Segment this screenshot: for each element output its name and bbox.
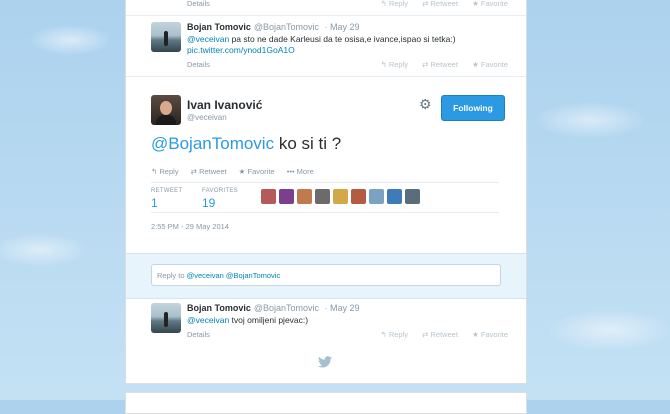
details-link[interactable]: Details [187,60,210,69]
favoriter-avatar[interactable] [369,189,384,204]
reply-prefix: Reply to [157,271,187,280]
retweet-label: Retweet [199,167,227,176]
tweet-time[interactable]: · May 29 [325,303,360,313]
tweet-actions: ↰ Reply ⇄ Retweet ★ Favorite [368,330,508,339]
tweet-body: tvoj omiljeni pjevac:) [231,315,309,325]
favoriter-avatar[interactable] [279,189,294,204]
favoriter-avatar[interactable] [261,189,276,204]
divider [126,15,526,16]
tweet-body: pa sto ne dade Karleusi da te osisa,e iv… [231,34,456,44]
retweet-action[interactable]: ⇄ Retweet [422,0,458,8]
star-icon: ★ [238,167,246,176]
mention-link[interactable]: @BojanTomovic [151,134,274,153]
favoriter-avatar[interactable] [387,189,402,204]
favoriter-avatar[interactable] [405,189,420,204]
tweet-detail-panel: Details ↰ Reply ⇄ Retweet ★ Favorite Boj… [125,0,527,384]
user-name[interactable]: Bojan Tomovic [187,22,251,32]
tweet-text: @veceivan pa sto ne dade Karleusi da te … [187,34,507,56]
avatar[interactable] [151,303,181,333]
user-handle[interactable]: @veceivan [187,113,227,122]
tweet-actions: ↰ Reply ⇄ Retweet ★ Favorite [368,60,508,69]
user-handle[interactable]: @BojanTomovic [254,303,319,313]
favoriter-avatar[interactable] [297,189,312,204]
reply-icon: ↰ [151,167,158,176]
tweet-body: ko si ti ? [278,134,342,153]
favorite-action[interactable]: ★ Favorite [472,60,508,69]
reply-action[interactable]: ↰ Reply [151,167,179,176]
more-label: More [296,167,314,176]
reply-label: Reply [159,167,179,176]
stat-label: RETWEET [151,188,183,194]
avatar[interactable] [151,95,181,125]
user-name[interactable]: Bojan Tomovic [187,303,251,313]
tweet-header: Bojan Tomovic @BojanTomovic · May 29 [187,303,360,313]
reply-action[interactable]: ↰ Reply [380,330,408,339]
gear-icon[interactable]: ⚙ [419,97,433,111]
following-button[interactable]: Following [441,95,505,121]
favorite-action[interactable]: ★ Favorite [472,330,508,339]
main-tweet-text: @BojanTomovic ko si ti ? [151,134,341,154]
tweet-timestamp: 2:55 PM - 29 May 2014 [151,222,229,231]
reply-action[interactable]: ↰ Reply [380,0,408,8]
retweet-icon: ⇄ [190,167,197,176]
mention-link[interactable]: @veceivan [187,34,229,44]
favorite-action[interactable]: ★ Favorite [239,167,275,176]
user-name[interactable]: Ivan Ivanović [187,98,262,112]
reply-mention: @BojanTomovic [225,271,281,280]
more-icon: ••• [286,167,295,176]
user-handle[interactable]: @BojanTomovic [254,22,319,32]
reply-input[interactable]: Reply to @veceivan @BojanTomovic [151,264,501,286]
details-link[interactable]: Details [187,0,210,8]
mention-link[interactable]: @veceivan [187,315,229,325]
retweet-action[interactable]: ⇄ Retweet [191,167,227,176]
tweet-header: Bojan Tomovic @BojanTomovic · May 29 [187,22,360,32]
stat-label: FAVORITES [202,188,238,194]
favorites-stat[interactable]: FAVORITES 19 [202,188,238,210]
favoriter-avatar[interactable] [351,189,366,204]
twitter-bird-icon [318,355,332,371]
favorite-label: Favorite [247,167,275,176]
divider [151,212,499,213]
more-action[interactable]: ••• More [287,167,314,176]
divider [126,76,526,77]
tweet-actions: ↰ Reply ⇄ Retweet ★ Favorite [368,0,508,8]
retweet-stat[interactable]: RETWEET 1 [151,188,182,210]
tweet-time[interactable]: · May 29 [325,22,360,32]
favoriter-avatar[interactable] [315,189,330,204]
retweet-count[interactable]: 1 [151,196,182,210]
next-panel [125,392,527,414]
tweet-actions: ↰ Reply ⇄ Retweet ★ Favorite ••• More [151,167,324,176]
favorite-action[interactable]: ★ Favorite [472,0,508,8]
reply-mention: @veceivan [186,271,224,280]
tweet-text: @veceivan tvoj omiljeni pjevac:) [187,315,507,326]
photo-link[interactable]: pic.twitter.com/ynod1GoA1O [187,45,295,55]
details-link[interactable]: Details [187,330,210,339]
favorites-count[interactable]: 19 [202,196,238,210]
avatar[interactable] [151,22,181,52]
retweet-action[interactable]: ⇄ Retweet [422,60,458,69]
divider [151,182,499,183]
reply-area: Reply to @veceivan @BojanTomovic [126,253,526,299]
retweet-action[interactable]: ⇄ Retweet [422,330,458,339]
favoriter-avatar[interactable] [333,189,348,204]
reply-action[interactable]: ↰ Reply [380,60,408,69]
